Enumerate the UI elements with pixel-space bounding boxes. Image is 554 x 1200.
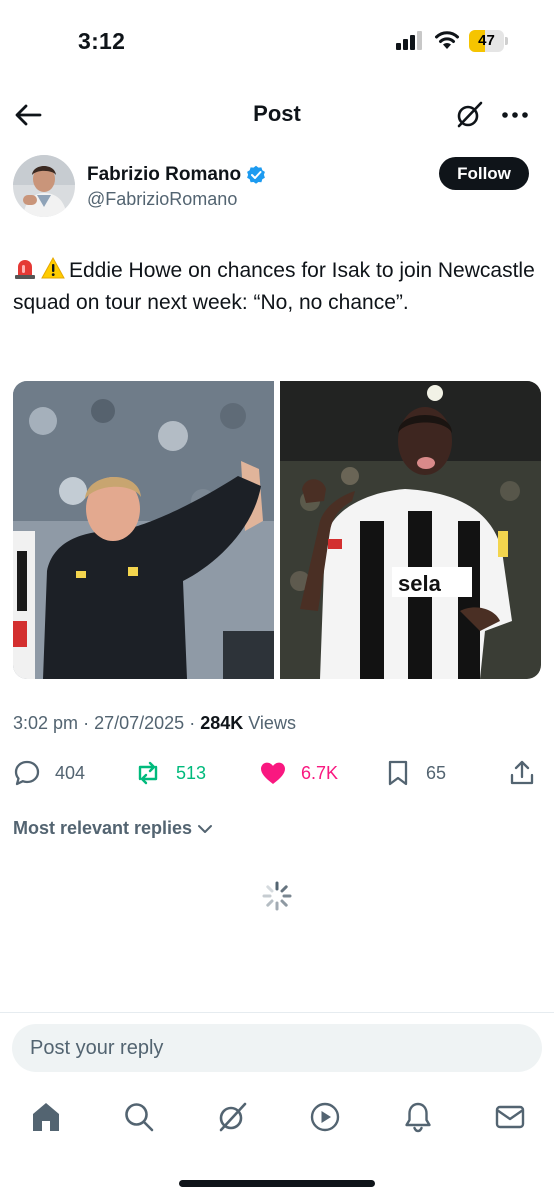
tweet-body: Eddie Howe on chances for Isak to join N… (13, 259, 535, 314)
grok-icon[interactable] (215, 1100, 249, 1134)
status-bar: 3:12 47 (0, 0, 554, 84)
meta-separator: · (189, 713, 196, 733)
svg-text:sela: sela (398, 571, 442, 596)
divider (0, 1012, 554, 1013)
bookmark-icon (388, 760, 408, 786)
author-name[interactable]: Fabrizio Romano (87, 164, 241, 186)
repost-count: 513 (176, 762, 207, 783)
chevron-down-icon (198, 824, 213, 833)
home-icon[interactable] (29, 1100, 63, 1134)
like-button[interactable]: 6.7K (259, 755, 338, 791)
tweet-meta: 3:02 pm · 27/07/2025 · 284K Views (13, 713, 296, 734)
bookmark-button[interactable]: 65 (384, 755, 446, 791)
video-icon[interactable] (308, 1100, 342, 1134)
home-indicator (179, 1180, 375, 1187)
follow-button[interactable]: Follow (439, 157, 529, 190)
siren-emoji-icon (15, 260, 35, 279)
share-icon (510, 760, 534, 785)
avatar[interactable] (13, 155, 75, 217)
bookmark-count: 65 (426, 762, 447, 783)
cellular-signal-icon (396, 31, 422, 50)
tweet-media: sela (13, 381, 541, 679)
author-handle[interactable]: @FabrizioRomano (87, 189, 237, 210)
verified-badge-icon (247, 165, 266, 184)
repost-icon (138, 761, 158, 785)
status-time: 3:12 (78, 28, 126, 54)
author-name-row: Fabrizio Romano (87, 162, 266, 188)
replies-sort-label: Most relevant replies (13, 818, 193, 838)
wifi-icon (435, 31, 459, 49)
messages-icon[interactable] (493, 1100, 527, 1134)
search-icon[interactable] (122, 1100, 156, 1134)
tweet-text: Eddie Howe on chances for Isak to join N… (13, 255, 541, 319)
warning-emoji-icon (41, 256, 65, 279)
views-count: 284K (200, 713, 244, 733)
photo-eddie-howe-waving[interactable] (13, 381, 274, 679)
share-button[interactable] (508, 755, 550, 791)
reply-count: 404 (55, 762, 86, 783)
post-header: Post (0, 90, 554, 140)
photo-isak-thumb-point[interactable]: sela (280, 381, 541, 679)
battery-level: 47 (478, 32, 495, 49)
reply-icon (14, 760, 40, 786)
more-icon[interactable] (499, 100, 531, 130)
views-label: Views (248, 713, 296, 733)
tweet-actions: 404 513 6.7K 65 (0, 755, 554, 791)
meta-separator: · (83, 713, 90, 733)
like-count: 6.7K (301, 762, 339, 783)
repost-button[interactable]: 513 (134, 755, 206, 791)
battery-icon: 47 (469, 30, 509, 52)
bottom-nav (0, 1095, 554, 1139)
heart-icon (261, 762, 285, 784)
loading-spinner-icon (262, 881, 292, 911)
tweet-date: 27/07/2025 (94, 713, 185, 733)
replies-sort-dropdown[interactable]: Most relevant replies (13, 818, 214, 839)
grok-icon[interactable] (454, 100, 484, 130)
notifications-icon[interactable] (401, 1100, 435, 1134)
reply-button[interactable]: 404 (13, 755, 85, 791)
tweet-time: 3:02 pm (13, 713, 79, 733)
reply-input[interactable] (12, 1024, 542, 1072)
